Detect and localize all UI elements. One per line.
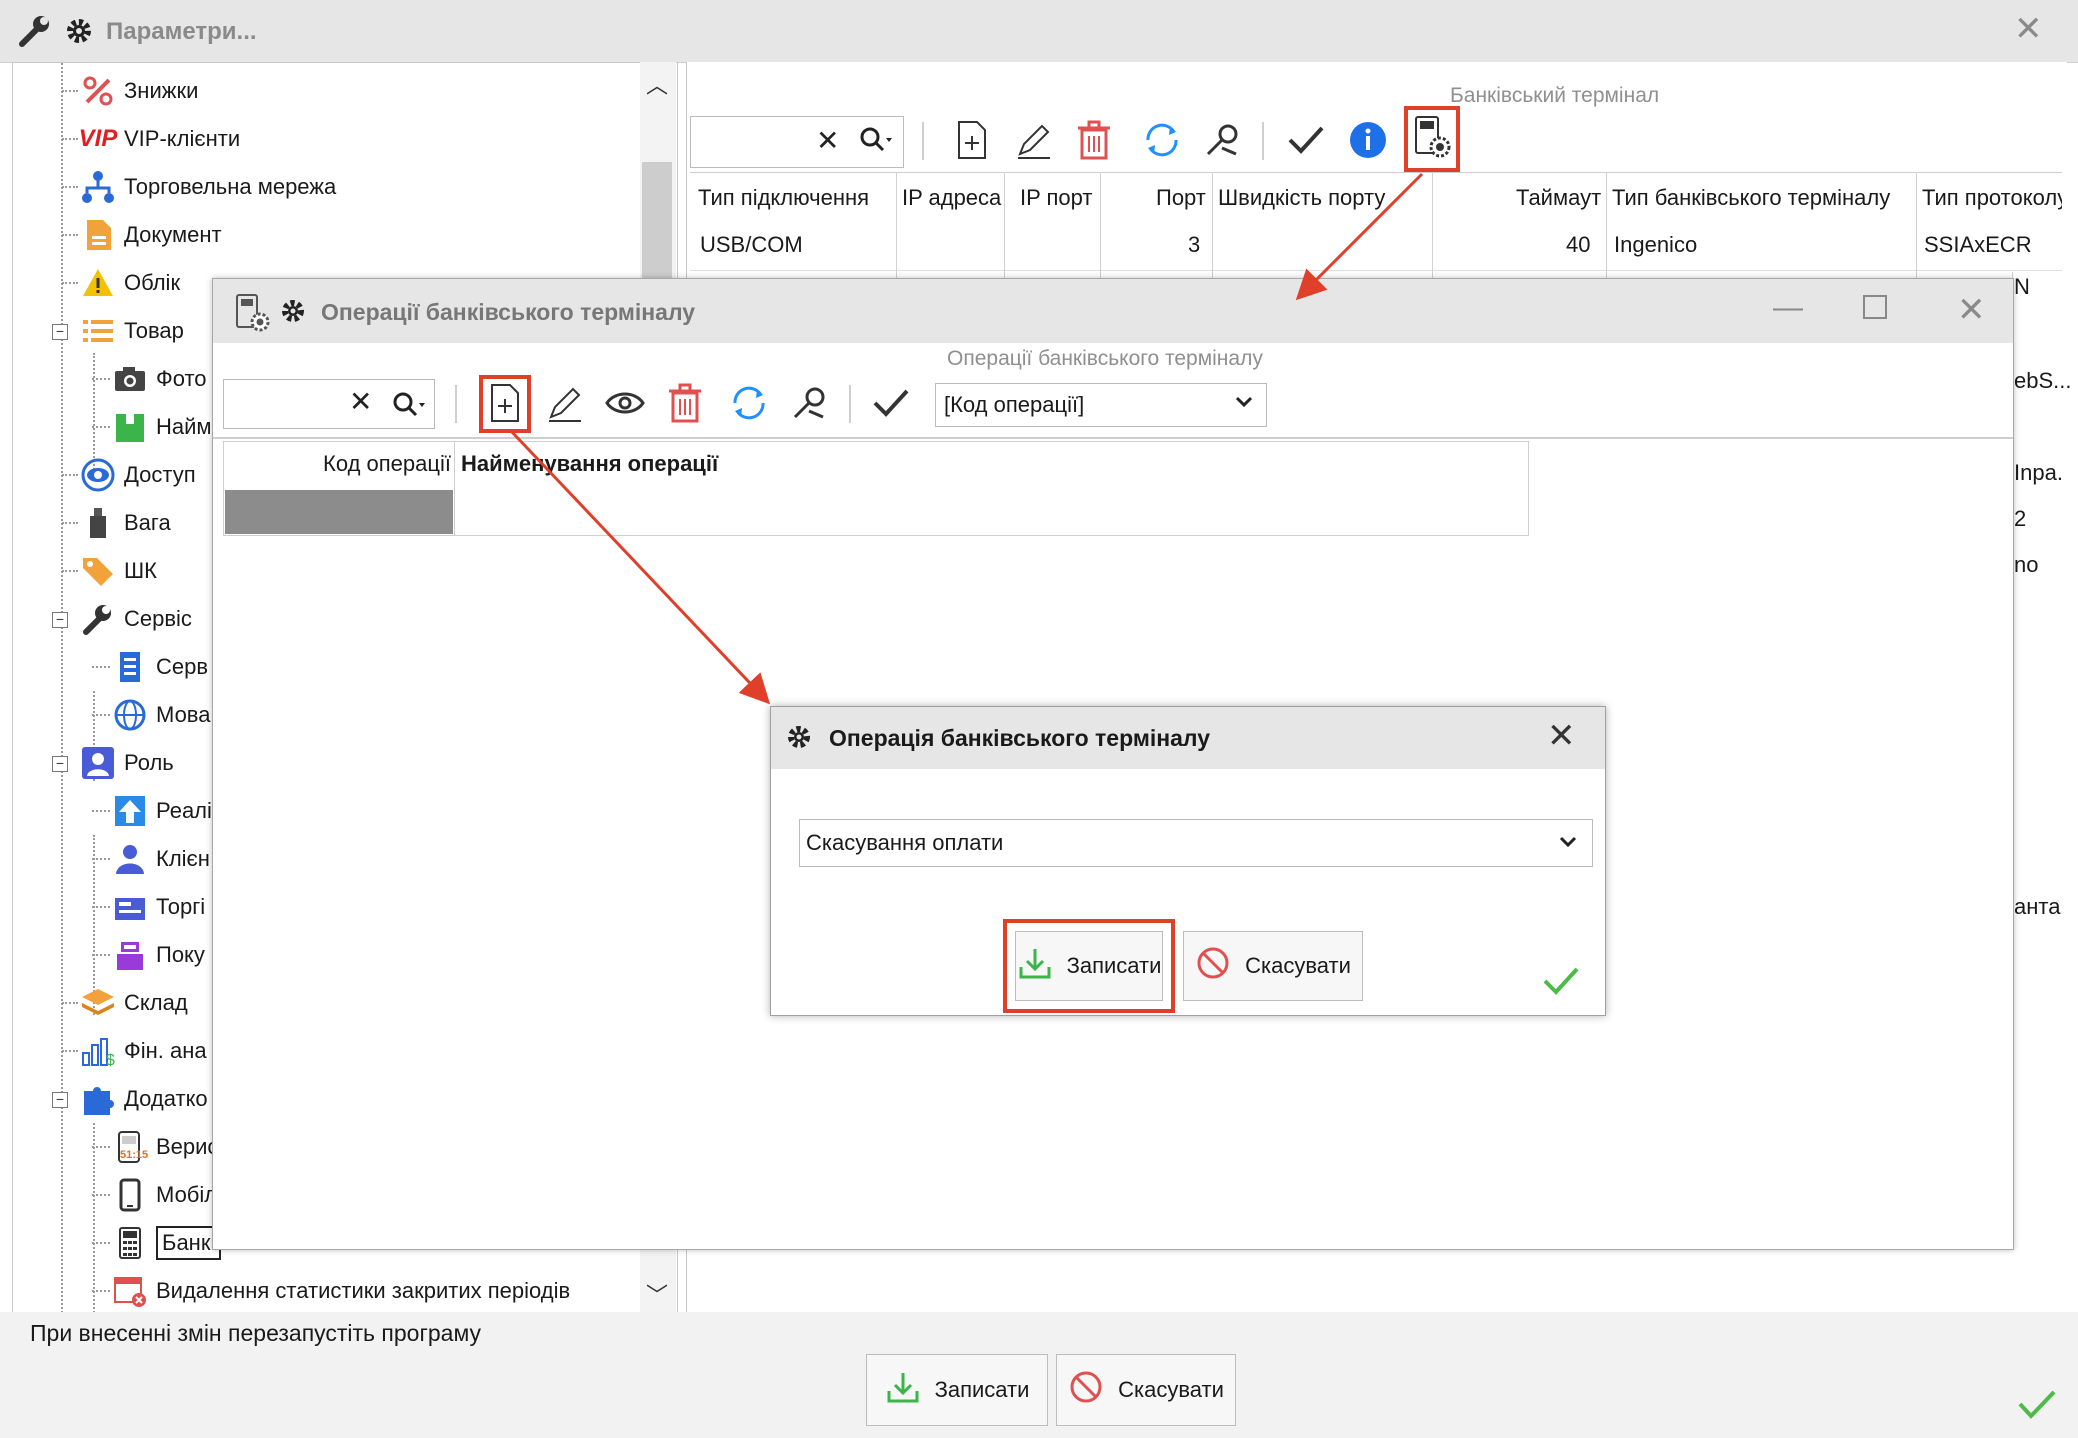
- save-button[interactable]: Записати: [866, 1354, 1048, 1426]
- cancel-button[interactable]: Скасувати: [1056, 1354, 1236, 1426]
- cancel-icon: [1068, 1369, 1104, 1411]
- download-icon: [885, 1369, 921, 1411]
- annotation-arrows: [510, 172, 1424, 705]
- arrow-to-operations-window: [1295, 172, 1424, 301]
- save-label: Записати: [934, 1377, 1030, 1402]
- arrow-to-operation-dialog: [510, 430, 771, 705]
- restart-note: При внесенні змін перезапустіть програму: [30, 1320, 482, 1346]
- ok-check-icon: [2016, 1386, 2058, 1428]
- cancel-label: Скасувати: [1118, 1377, 1224, 1402]
